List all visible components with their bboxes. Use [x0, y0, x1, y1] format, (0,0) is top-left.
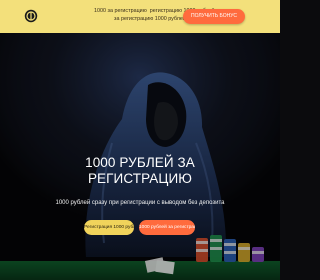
get-bonus-button[interactable]: ПОЛУЧИТЬ БОНУС — [183, 9, 245, 24]
page: 1000 за регистрацию регистрацию 1000 руб… — [0, 0, 280, 280]
promo-text: 1000 за регистрацию регистрацию 1000 руб… — [94, 7, 215, 23]
promo-line-1: 1000 за регистрацию регистрацию 1000 руб… — [94, 7, 215, 15]
hero-section: 1000 РУБЛЕЙ ЗА РЕГИСТРАЦИЮ 1000 рублей с… — [0, 33, 280, 280]
hero-title-line-1: 1000 РУБЛЕЙ ЗА — [85, 155, 195, 170]
hero-subtitle: 1000 рублей сразу при регистрации с выво… — [55, 200, 225, 206]
dollar-coin-icon[interactable] — [24, 9, 38, 23]
promo-line-2: за регистрацию 1000 рублей — [114, 16, 186, 22]
register-button[interactable]: Регистрация 1000 рублей — [84, 220, 134, 235]
hero-title-line-2: РЕГИСТРАЦИЮ — [87, 171, 193, 186]
bonus-button[interactable]: 1000 рублей за регистрацию — [139, 220, 195, 235]
promo-topbar: 1000 за регистрацию регистрацию 1000 руб… — [0, 0, 280, 33]
hero-title: 1000 РУБЛЕЙ ЗА РЕГИСТРАЦИЮ — [60, 155, 220, 187]
promo-line-1a: 1000 за регистрацию — [94, 8, 147, 14]
